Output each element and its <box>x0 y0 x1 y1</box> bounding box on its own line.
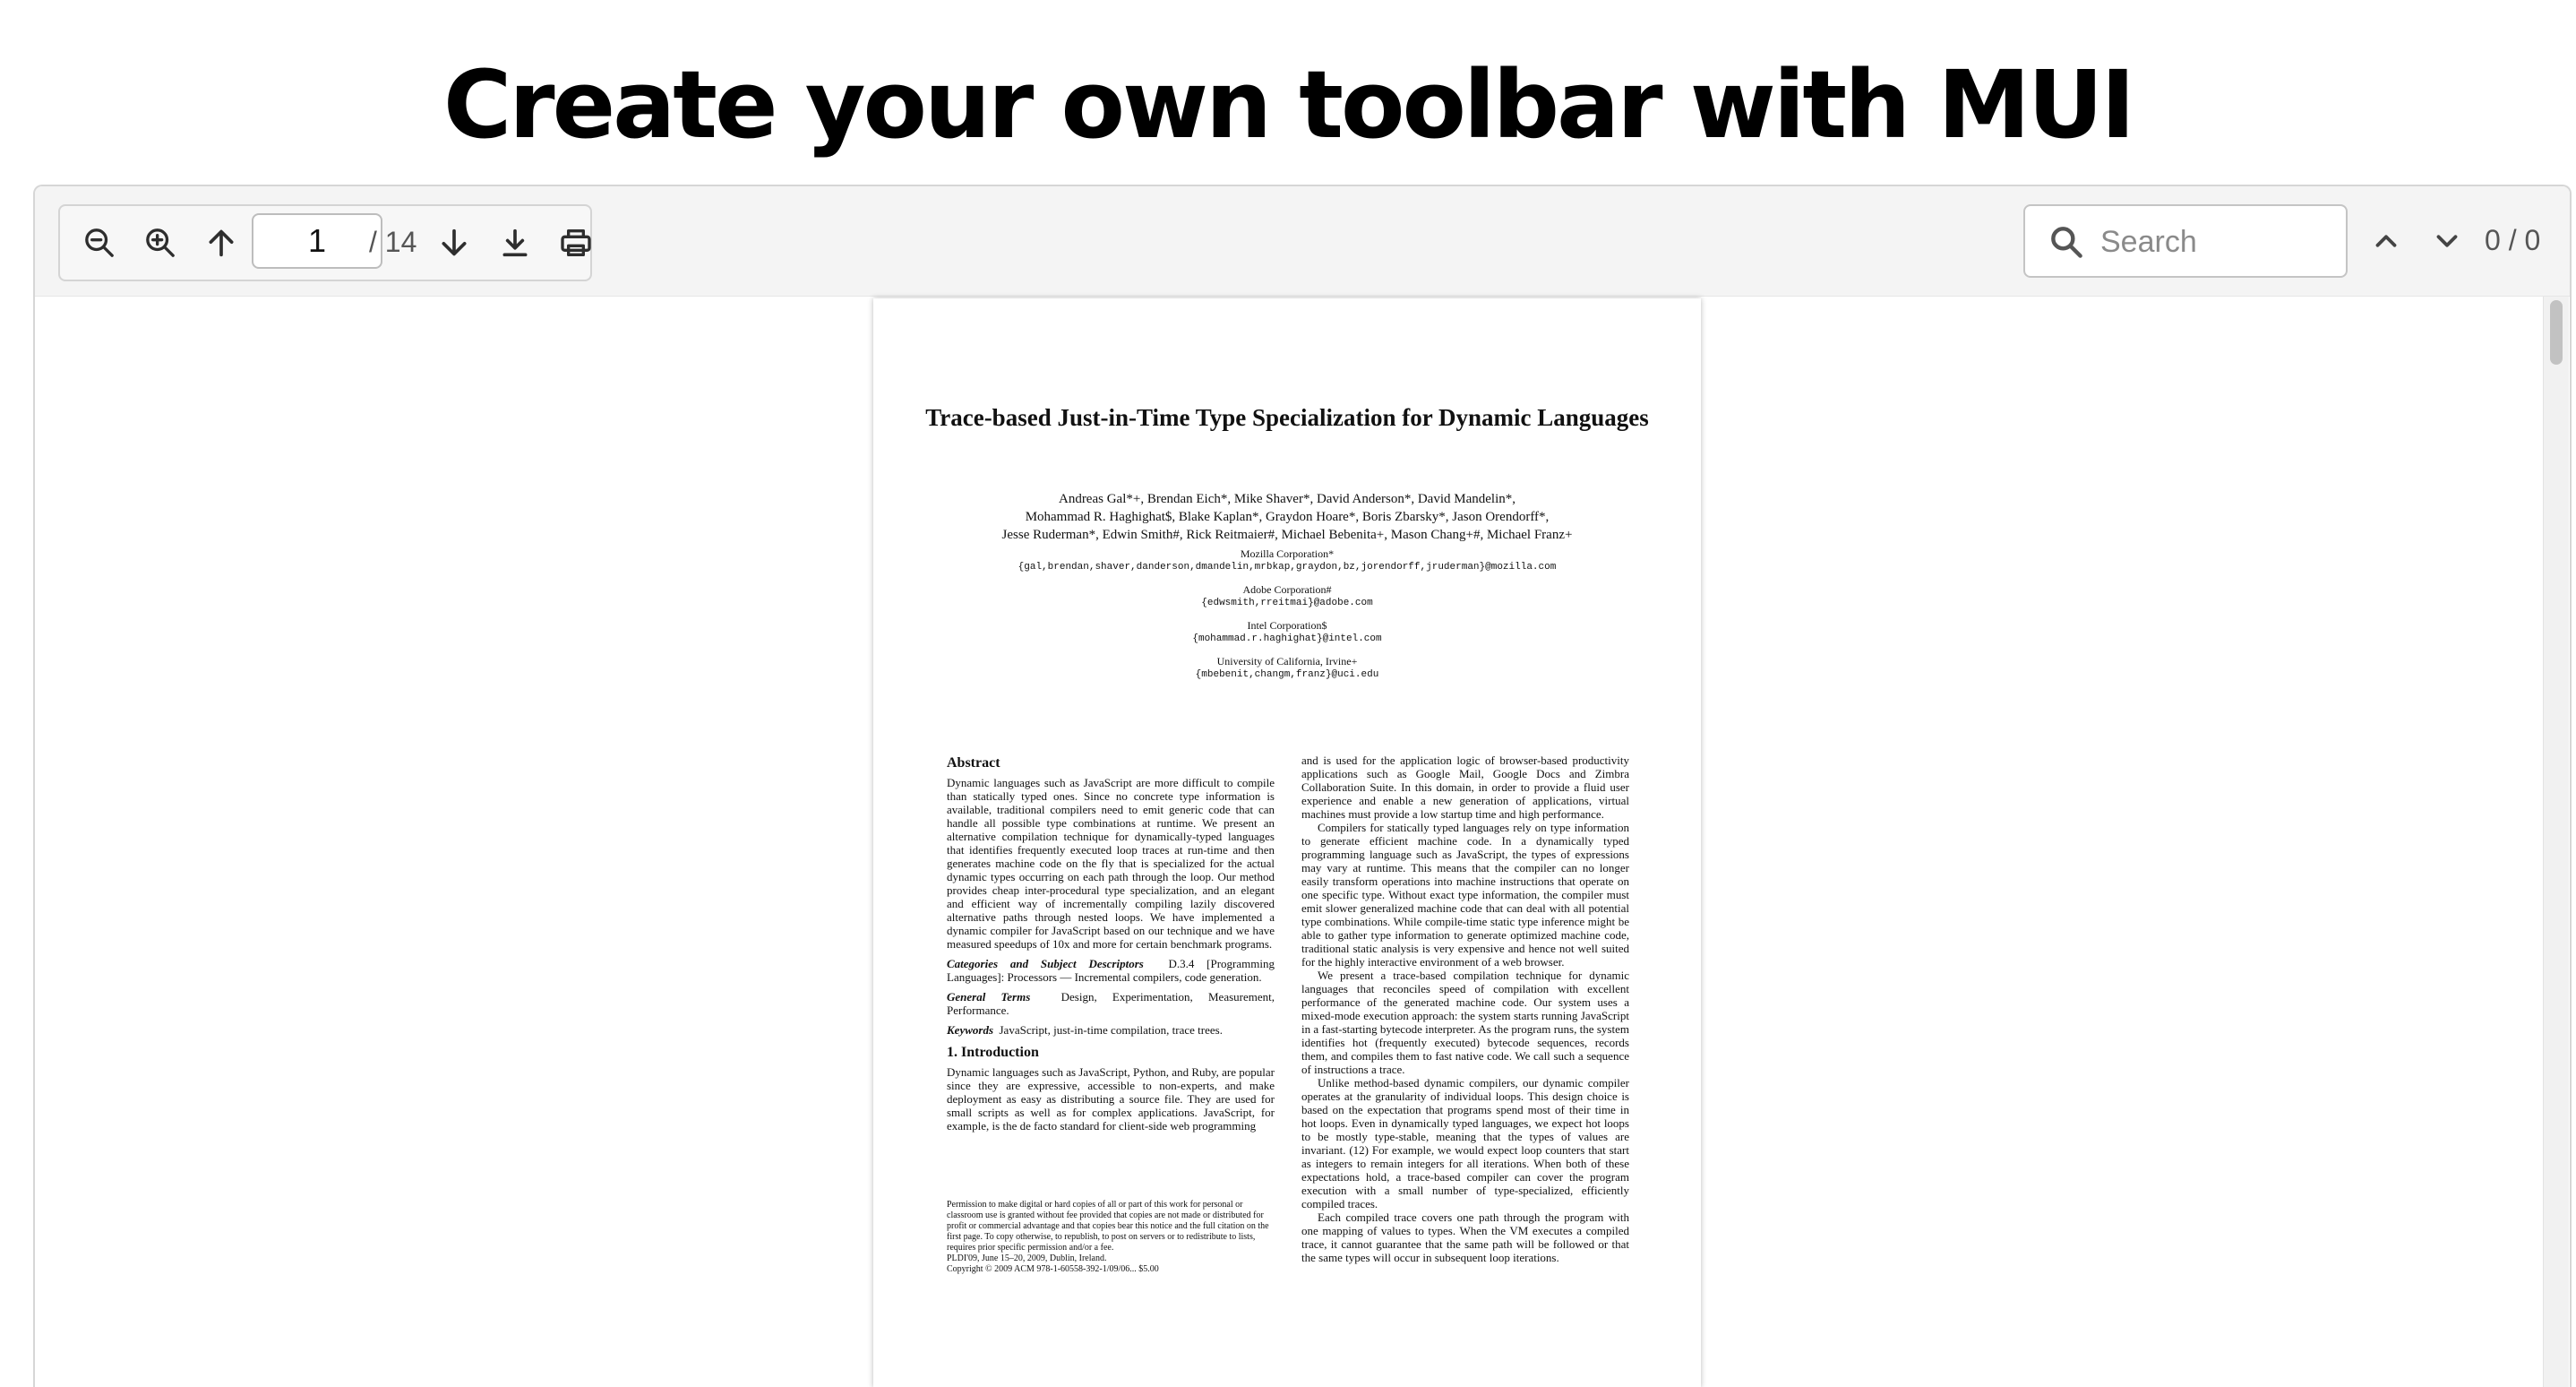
paragraph: Compilers for statically typed languages… <box>1301 821 1629 969</box>
chevron-up-icon <box>2375 235 2397 247</box>
abstract-text: Dynamic languages such as JavaScript are… <box>947 776 1275 951</box>
paragraph: Each compiled trace covers one path thro… <box>1301 1210 1629 1264</box>
pdf-viewer: / 14 0 / 0 Trace-based Just-in-Time Type… <box>33 185 2572 1387</box>
permission-notice: Permission to make digital or hard copie… <box>947 1200 1269 1253</box>
keywords-line: Keywords JavaScript, just-in-time compil… <box>947 1023 1275 1037</box>
zoom-in-icon <box>146 228 175 257</box>
previous-match-button[interactable] <box>2365 220 2408 262</box>
toolbar-controls-group: / 14 <box>58 204 592 281</box>
affiliation-email: {gal,brendan,shaver,danderson,dmandelin,… <box>1018 562 1557 573</box>
paragraph: Unlike method-based dynamic compilers, o… <box>1301 1076 1629 1210</box>
page-heading: Create your own toolbar with MUI <box>442 50 2135 159</box>
zoom-out-icon <box>85 228 114 257</box>
search-match-count: 0 / 0 <box>2485 224 2541 256</box>
total-pages: / 14 <box>369 226 417 258</box>
affiliation-email: {edwsmith,rreitmai}@adobe.com <box>1201 598 1373 608</box>
keywords-text: JavaScript, just-in-time compilation, tr… <box>999 1023 1223 1037</box>
paragraph: We present a trace-based compilation tec… <box>1301 969 1629 1076</box>
abstract-heading: Abstract <box>947 755 1000 771</box>
pdf-page: Trace-based Just-in-Time Type Specializa… <box>873 298 1701 1387</box>
affiliation-name: Mozilla Corporation* <box>1240 547 1335 560</box>
search-icon <box>2051 227 2082 258</box>
previous-page-button[interactable] <box>198 220 245 265</box>
search-input[interactable] <box>2099 217 2335 267</box>
paragraph: and is used for the application logic of… <box>1301 754 1629 821</box>
affiliation-name: Adobe Corporation# <box>1242 583 1332 596</box>
print-button[interactable] <box>553 220 599 265</box>
affiliation: Mozilla Corporation* {gal,brendan,shaver… <box>909 547 1665 574</box>
right-column: and is used for the application logic of… <box>1301 754 1629 1264</box>
affiliation-email: {mohammad.r.haghighat}@intel.com <box>1192 633 1382 644</box>
affiliation: Intel Corporation$ {mohammad.r.haghighat… <box>909 619 1665 646</box>
general-terms-line: General Terms Design, Experimentation, M… <box>947 990 1275 1017</box>
introduction-heading: 1. Introduction <box>947 1045 1039 1060</box>
scrollbar-thumb[interactable] <box>2550 300 2563 365</box>
affiliation: University of California, Irvine+ {mbebe… <box>909 655 1665 682</box>
chevron-down-icon <box>2436 235 2458 247</box>
download-button[interactable] <box>492 220 538 265</box>
next-page-button[interactable] <box>431 220 477 265</box>
arrow-down-icon <box>442 228 467 256</box>
affiliation-email: {mbebenit,changm,franz}@uci.edu <box>1195 669 1379 680</box>
document-authors: Andreas Gal*+, Brendan Eich*, Mike Shave… <box>909 490 1665 544</box>
categories-label: Categories and Subject Descriptors <box>947 957 1144 970</box>
print-icon <box>561 229 591 256</box>
left-column: Abstract Dynamic languages such as JavaS… <box>947 754 1275 1139</box>
copyright-line: Copyright © 2009 ACM 978-1-60558-392-1/0… <box>947 1264 1159 1274</box>
categories-line: Categories and Subject Descriptors D.3.4… <box>947 957 1275 984</box>
general-terms-label: General Terms <box>947 990 1031 1004</box>
document-title: Trace-based Just-in-Time Type Specializa… <box>925 404 1649 431</box>
download-icon <box>502 228 528 257</box>
keywords-label: Keywords <box>947 1023 993 1037</box>
affiliation-name: University of California, Irvine+ <box>1216 655 1358 668</box>
affiliation: Adobe Corporation# {edwsmith,rreitmai}@a… <box>909 583 1665 610</box>
toolbar: / 14 0 / 0 <box>35 186 2570 297</box>
document-scroll-area[interactable]: Trace-based Just-in-Time Type Specializa… <box>35 297 2570 1387</box>
footnote: Permission to make digital or hard copie… <box>947 1200 1275 1275</box>
author-line: Mohammad R. Haghighat$, Blake Kaplan*, G… <box>1025 510 1550 524</box>
author-line: Andreas Gal*+, Brendan Eich*, Mike Shave… <box>1058 492 1516 506</box>
introduction-text: Dynamic languages such as JavaScript, Py… <box>947 1065 1275 1133</box>
affiliation-name: Intel Corporation$ <box>1247 619 1327 632</box>
search-box <box>2023 204 2348 278</box>
conference-line: PLDI'09, June 15–20, 2009, Dublin, Irela… <box>947 1253 1107 1263</box>
zoom-out-button[interactable] <box>76 220 123 265</box>
zoom-in-button[interactable] <box>137 220 184 265</box>
vertical-scrollbar[interactable] <box>2543 297 2569 1387</box>
page-number-input[interactable] <box>252 213 382 269</box>
author-line: Jesse Ruderman*, Edwin Smith#, Rick Reit… <box>1001 528 1573 542</box>
next-match-button[interactable] <box>2426 220 2469 262</box>
arrow-up-icon <box>209 229 234 257</box>
